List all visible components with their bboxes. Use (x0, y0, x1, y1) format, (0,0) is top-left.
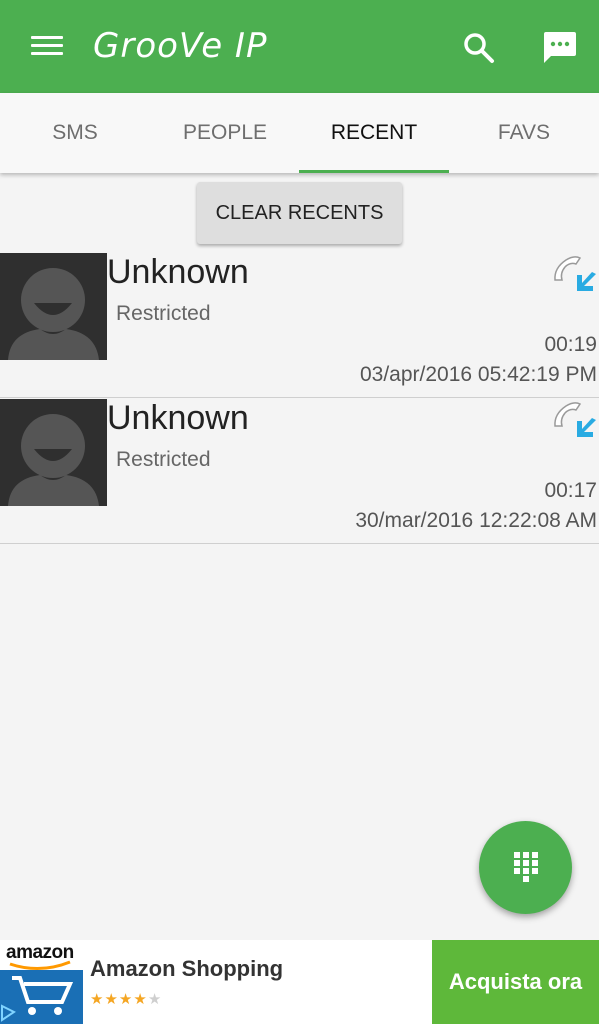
call-timestamp: 30/mar/2016 12:22:08 AM (355, 509, 597, 532)
amazon-cart-icon (0, 960, 83, 1024)
avatar (0, 399, 107, 506)
ad-cta-button[interactable]: Acquista ora (432, 940, 599, 1024)
chat-icon[interactable] (540, 29, 578, 65)
star-empty-icon: ★ (147, 991, 163, 1008)
default-avatar-icon (0, 399, 107, 506)
star-filled-icon: ★ (104, 991, 119, 1008)
caller-number: Restricted (116, 448, 211, 471)
app-title: GrooVe IP (93, 26, 268, 66)
caller-name: Unknown (107, 253, 249, 291)
call-duration: 00:17 (544, 479, 597, 502)
dialpad-button[interactable] (479, 821, 572, 914)
caller-number: Restricted (116, 302, 211, 325)
dialpad-icon (514, 852, 538, 882)
rating-stars: ★★★★★ (90, 990, 162, 1008)
default-avatar-icon (0, 253, 107, 360)
call-row[interactable]: Unknown Restricted 00:17 30/mar/2016 12:… (0, 391, 599, 544)
tab-bar: SMS PEOPLE RECENT FAVS (0, 93, 599, 173)
ad-banner[interactable]: amazon Amazon Shopping ★★★★★ Acquista or… (0, 940, 599, 1024)
star-filled-icon: ★ (118, 991, 134, 1008)
star-filled-icon: ★ (90, 991, 105, 1008)
caller-name: Unknown (107, 399, 249, 437)
avatar (0, 253, 107, 360)
search-icon[interactable] (461, 30, 497, 66)
call-row[interactable]: Unknown Restricted 00:19 03/apr/2016 05:… (0, 245, 599, 398)
incoming-call-icon (554, 402, 596, 437)
active-tab-indicator (299, 170, 449, 173)
menu-icon[interactable] (31, 34, 63, 58)
tab-people[interactable]: PEOPLE (150, 93, 300, 173)
divider (0, 543, 599, 544)
call-duration: 00:19 (544, 333, 597, 356)
star-filled-icon: ★ (133, 991, 148, 1008)
call-timestamp: 03/apr/2016 05:42:19 PM (359, 363, 597, 386)
tab-recent[interactable]: RECENT (299, 93, 449, 173)
tab-favs[interactable]: FAVS (449, 93, 599, 173)
app-bar: GrooVe IP (0, 0, 599, 93)
tab-sms[interactable]: SMS (0, 93, 150, 173)
ad-title: Amazon Shopping (90, 956, 284, 981)
incoming-call-icon (554, 256, 596, 291)
clear-recents-button[interactable]: CLEAR RECENTS (197, 182, 402, 244)
amazon-logo[interactable]: amazon (0, 940, 83, 1024)
